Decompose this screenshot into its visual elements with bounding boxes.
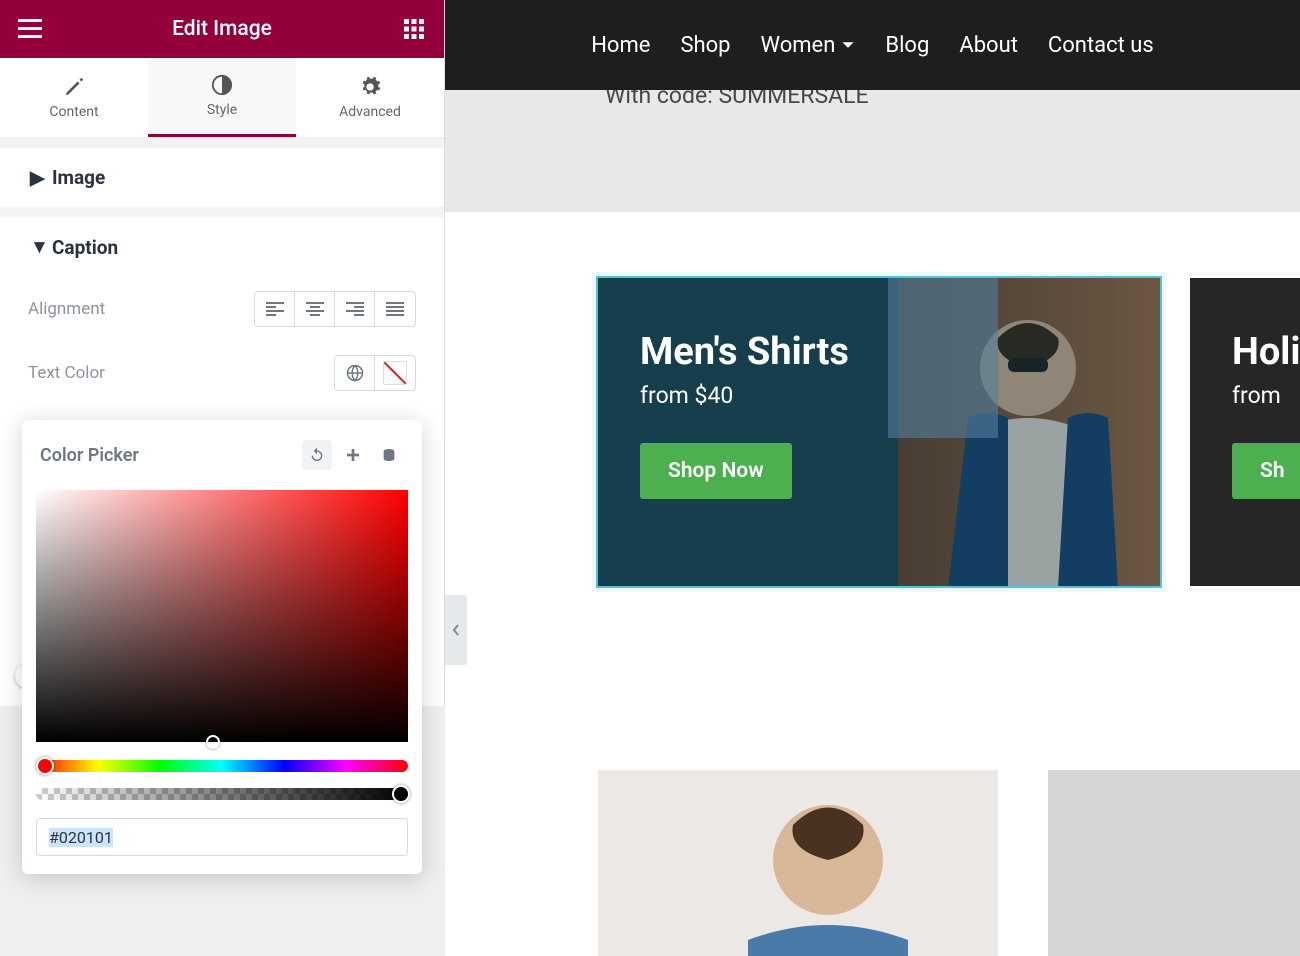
tab-label: Advanced [339,104,401,120]
caret-right-icon: ▶ [30,166,40,189]
alpha-handle[interactable] [392,785,410,803]
text-color-row: Text Color [0,341,444,405]
card-subtitle: from [1232,382,1300,409]
promo-cards: Men's Shirts from $40 Shop Now Holi from… [598,278,1300,586]
menu-button[interactable] [18,17,42,41]
alignment-label: Alignment [28,299,105,319]
panel-tabs: Content Style Advanced [0,58,444,138]
contrast-icon [211,74,233,96]
plus-icon [345,447,361,463]
shop-now-button[interactable]: Shop Now [640,443,792,499]
hue-slider[interactable] [36,760,408,772]
card-title: Men's Shirts [640,330,849,374]
align-left-icon [266,302,284,316]
text-color-label: Text Color [28,363,105,383]
reset-color-button[interactable] [302,440,332,470]
hex-input[interactable]: #020101 [36,818,408,856]
site-nav: Home Shop Women Blog About Contact us [445,0,1300,90]
add-color-button[interactable] [338,440,368,470]
saturation-handle[interactable] [206,735,220,749]
section-title: Caption [52,236,118,259]
promo-card-holiday[interactable]: Holi from Sh [1190,278,1300,586]
product-grid: -13% [598,770,1300,956]
saturation-panel[interactable] [36,490,408,742]
card-title: Holi [1232,330,1300,374]
editor-panel: Edit Image Content Style Advanced ▶ Imag… [0,0,445,956]
pencil-icon [63,76,85,98]
collapse-panel-button[interactable] [445,595,467,665]
caret-down-icon: ▼ [30,235,40,259]
nav-shop[interactable]: Shop [680,33,730,58]
grid-icon [404,19,424,39]
globe-icon [346,364,364,382]
shop-now-button[interactable]: Sh [1232,443,1300,499]
color-swatch-icon [383,361,407,385]
color-picker-popup: Color Picker #020101 [22,420,422,874]
hex-value: #020101 [49,828,113,847]
product-card[interactable]: -13% [1048,770,1300,956]
promo-banner: With code: SUMMERSALE [445,78,1300,212]
align-center-button[interactable] [295,292,335,326]
section-caption[interactable]: ▼ Caption [0,207,444,277]
tab-label: Content [49,104,98,120]
tab-advanced[interactable]: Advanced [296,58,444,137]
alpha-slider[interactable] [36,788,408,800]
tab-label: Style [207,102,237,118]
global-color-button[interactable] [335,356,375,390]
chevron-down-icon [841,38,855,52]
chevron-left-icon [451,623,461,637]
nav-women-label: Women [761,33,836,58]
nav-contact[interactable]: Contact us [1048,33,1154,58]
panel-header: Edit Image [0,0,444,58]
align-right-button[interactable] [335,292,375,326]
gear-icon [359,76,381,98]
color-picker-title: Color Picker [40,445,139,466]
hamburger-icon [18,19,42,39]
nav-blog[interactable]: Blog [885,33,929,58]
promo-card-mens-shirts[interactable]: Men's Shirts from $40 Shop Now [598,278,1160,586]
card-subtitle: from $40 [640,382,849,409]
align-center-icon [306,302,324,316]
nav-home[interactable]: Home [591,33,650,58]
hue-handle[interactable] [36,757,54,775]
tab-style[interactable]: Style [148,58,296,137]
page-preview: With code: SUMMERSALE Home Shop Women Bl… [445,0,1300,956]
align-justify-button[interactable] [375,292,415,326]
align-left-button[interactable] [255,292,295,326]
section-image[interactable]: ▶ Image [0,138,444,207]
stack-icon [381,447,397,463]
undo-icon [309,447,325,463]
widgets-button[interactable] [402,17,426,41]
align-justify-icon [386,302,404,316]
align-right-icon [346,302,364,316]
color-swatch-button[interactable] [375,356,415,390]
tab-content[interactable]: Content [0,58,148,137]
nav-women[interactable]: Women [761,33,856,58]
nav-about[interactable]: About [959,33,1018,58]
product-image [598,770,998,956]
color-library-button[interactable] [374,440,404,470]
text-color-controls [334,355,416,391]
section-title: Image [52,166,105,189]
alignment-row: Alignment [0,277,444,341]
panel-title: Edit Image [172,17,272,41]
alignment-group [254,291,416,327]
product-card[interactable] [598,770,998,956]
